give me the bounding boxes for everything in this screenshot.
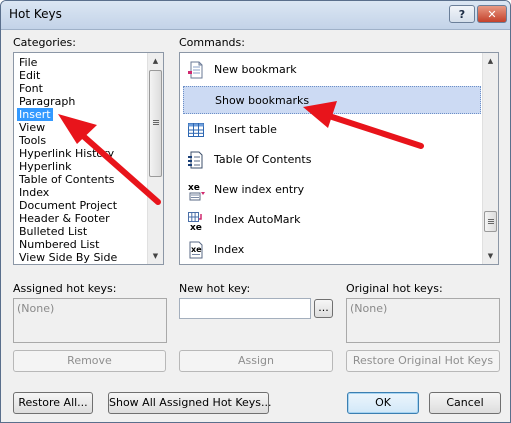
cancel-button[interactable]: Cancel: [429, 392, 501, 414]
category-item-font[interactable]: Font: [17, 82, 45, 95]
category-item-tools[interactable]: Tools: [17, 134, 48, 147]
help-button[interactable]: ?: [449, 5, 475, 23]
restore-all-button[interactable]: Restore All...: [13, 392, 93, 414]
command-item-insert-table[interactable]: Insert table: [183, 116, 481, 144]
assign-button[interactable]: Assign: [179, 350, 333, 372]
ok-button[interactable]: OK: [347, 392, 419, 414]
new-index-entry-icon: xe: [187, 181, 205, 201]
category-item-index[interactable]: Index: [17, 186, 51, 199]
svg-text:xe: xe: [188, 183, 200, 193]
command-label: Table Of Contents: [214, 153, 312, 166]
assigned-hot-keys-label: Assigned hot keys:: [13, 282, 117, 295]
category-item-file[interactable]: File: [17, 56, 39, 69]
category-item-insert[interactable]: Insert: [17, 108, 53, 121]
new-bookmark-icon: [187, 61, 205, 79]
table-of-contents-icon: [187, 151, 205, 169]
command-label: Index: [214, 243, 245, 256]
command-item-show-bookmarks[interactable]: Show bookmarks: [183, 86, 481, 114]
command-item-new-bookmark[interactable]: New bookmark: [183, 56, 481, 84]
close-button[interactable]: ✕: [477, 5, 507, 23]
scroll-thumb[interactable]: [149, 70, 162, 177]
index-icon: xe: [187, 241, 205, 259]
dialog-body: Categories: ▲ ▼ File Edit Font Paragraph Ins…: [1, 30, 510, 422]
category-item-document-project[interactable]: Document Project: [17, 199, 119, 212]
commands-scrollbar[interactable]: ▲ ▼: [482, 53, 498, 264]
scroll-thumb[interactable]: [484, 211, 497, 232]
category-item-view-side-by-side[interactable]: View Side By Side: [17, 251, 119, 264]
scroll-up-arrow-icon[interactable]: ▲: [148, 53, 163, 69]
dialog-title: Hot Keys: [9, 7, 62, 21]
original-hot-keys-label: Original hot keys:: [346, 282, 443, 295]
command-item-index[interactable]: xe Index: [183, 236, 481, 264]
remove-button[interactable]: Remove: [13, 350, 166, 372]
original-hot-keys-box: (None): [346, 298, 500, 343]
assigned-hot-keys-box: (None): [13, 298, 167, 343]
assigned-hot-keys-value: (None): [17, 302, 55, 315]
new-hot-key-input[interactable]: [179, 298, 311, 319]
command-label: Show bookmarks: [215, 94, 310, 107]
scroll-down-arrow-icon[interactable]: ▼: [483, 248, 498, 264]
category-item-edit[interactable]: Edit: [17, 69, 42, 82]
insert-table-icon: [187, 121, 205, 139]
category-item-view[interactable]: View: [17, 121, 47, 134]
command-item-new-index-entry[interactable]: xe New index entry: [183, 176, 481, 204]
new-hot-key-label: New hot key:: [179, 282, 251, 295]
index-automark-icon: xe: [187, 211, 205, 233]
category-item-table-of-contents[interactable]: Table of Contents: [17, 173, 117, 186]
category-item-hyperlink[interactable]: Hyperlink: [17, 160, 74, 173]
category-item-bulleted-list[interactable]: Bulleted List: [17, 225, 89, 238]
category-item-hyperlink-history[interactable]: Hyperlink History: [17, 147, 116, 160]
commands-label: Commands:: [179, 36, 245, 49]
category-item-header-footer[interactable]: Header & Footer: [17, 212, 112, 225]
browse-hot-key-button[interactable]: ...: [314, 299, 333, 318]
commands-listbox[interactable]: ▲ ▼ New bookmark Show bookmarks Insert tab…: [179, 52, 499, 265]
command-label: New index entry: [214, 183, 305, 196]
scroll-up-arrow-icon[interactable]: ▲: [483, 53, 498, 69]
categories-label: Categories:: [13, 36, 76, 49]
original-hot-keys-value: (None): [350, 302, 388, 315]
command-label: New bookmark: [214, 63, 297, 76]
category-item-numbered-list[interactable]: Numbered List: [17, 238, 101, 251]
categories-listbox[interactable]: ▲ ▼ File Edit Font Paragraph Insert View Tools…: [13, 52, 164, 265]
hot-keys-dialog: Hot Keys ? ✕ Categories: ▲ ▼ File Edit Fon…: [0, 0, 511, 423]
command-label: Index AutoMark: [214, 213, 301, 226]
command-item-table-of-contents[interactable]: Table Of Contents: [183, 146, 481, 174]
scroll-down-arrow-icon[interactable]: ▼: [148, 248, 163, 264]
category-item-paragraph[interactable]: Paragraph: [17, 95, 77, 108]
categories-scrollbar[interactable]: ▲ ▼: [147, 53, 163, 264]
svg-text:xe: xe: [191, 245, 202, 254]
restore-original-hot-keys-button[interactable]: Restore Original Hot Keys: [346, 350, 500, 372]
title-bar: Hot Keys ? ✕: [1, 1, 510, 30]
svg-text:xe: xe: [190, 223, 202, 231]
command-label: Insert table: [214, 123, 277, 136]
command-item-index-automark[interactable]: xe Index AutoMark: [183, 206, 481, 234]
show-all-assigned-hot-keys-button[interactable]: Show All Assigned Hot Keys...: [108, 392, 272, 414]
